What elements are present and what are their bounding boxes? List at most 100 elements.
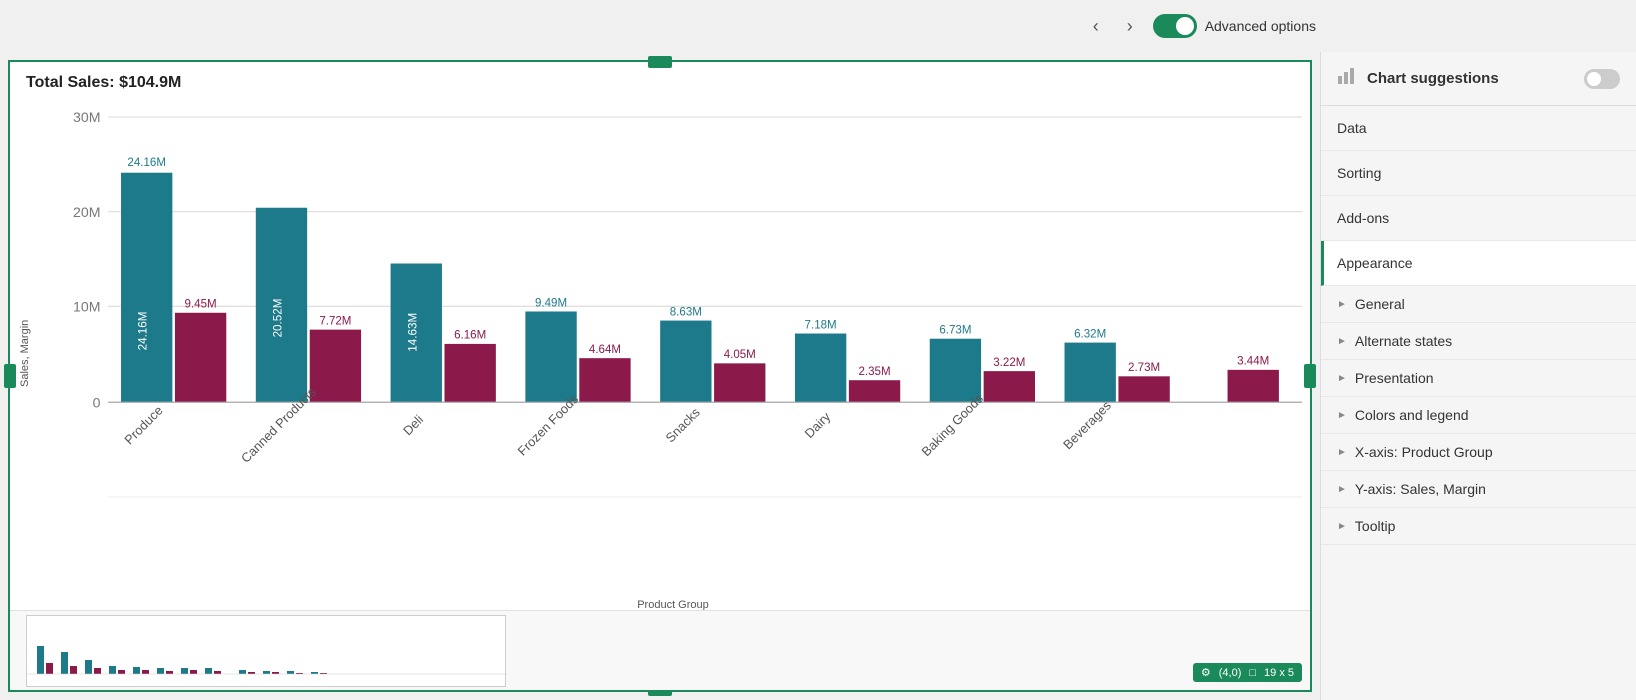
x-axis-label: Product Group <box>44 597 1302 610</box>
main-layout: Total Sales: $104.9M Sales, Margin <box>0 52 1636 700</box>
chart-area: Total Sales: $104.9M Sales, Margin <box>0 52 1320 700</box>
svg-text:30M: 30M <box>73 110 100 126</box>
svg-text:2.35M: 2.35M <box>858 365 890 378</box>
svg-text:7.72M: 7.72M <box>319 314 351 327</box>
bar-frozen-teal[interactable] <box>525 311 576 402</box>
minimap <box>10 610 1310 690</box>
svg-text:24.16M: 24.16M <box>127 156 166 169</box>
svg-text:8.63M: 8.63M <box>670 305 702 318</box>
section-tooltip-label: Tooltip <box>1355 518 1395 534</box>
bar-baking-pink[interactable] <box>984 371 1035 402</box>
section-general-label: General <box>1355 296 1405 312</box>
nav-item-sorting-label: Sorting <box>1337 165 1381 181</box>
bar-deli-pink[interactable] <box>445 344 496 402</box>
panel-header-left: Chart suggestions <box>1337 66 1499 91</box>
status-separator: □ <box>1249 667 1256 679</box>
chevron-general-icon: ► <box>1337 299 1347 310</box>
bar-produce-teal[interactable] <box>121 173 172 403</box>
status-position: (4,0) <box>1219 667 1242 679</box>
status-icon: ⚙ <box>1201 666 1211 679</box>
svg-text:Snacks: Snacks <box>663 405 703 446</box>
back-button[interactable]: ‹ <box>1085 12 1107 41</box>
panel-header: Chart suggestions <box>1321 52 1636 106</box>
chevron-y-axis-icon: ► <box>1337 484 1347 495</box>
svg-text:9.45M: 9.45M <box>185 298 217 311</box>
advanced-options-toggle[interactable] <box>1153 14 1197 38</box>
section-y-axis-label: Y-axis: Sales, Margin <box>1355 481 1486 497</box>
svg-text:7.18M: 7.18M <box>805 318 837 331</box>
bar-beverages-pink[interactable] <box>1118 376 1169 402</box>
svg-text:4.05M: 4.05M <box>724 348 756 361</box>
section-presentation-label: Presentation <box>1355 370 1434 386</box>
chart-body: Sales, Margin 30M 20M <box>10 96 1310 610</box>
svg-text:Deli: Deli <box>400 412 426 438</box>
bars-area: 30M 20M 10M 0 24.16M 24.16M <box>44 104 1302 597</box>
svg-text:14.63M: 14.63M <box>406 313 419 352</box>
bar-dairy-teal[interactable] <box>795 334 846 403</box>
chart-inner: 30M 20M 10M 0 24.16M 24.16M <box>40 96 1310 610</box>
chevron-tooltip-icon: ► <box>1337 521 1347 532</box>
svg-text:20M: 20M <box>73 205 100 221</box>
chart-suggestions-icon <box>1337 66 1357 91</box>
minimap-viewport[interactable] <box>26 615 506 687</box>
svg-text:3.22M: 3.22M <box>993 356 1025 369</box>
chevron-colors-legend-icon: ► <box>1337 410 1347 421</box>
section-alt-states[interactable]: ► Alternate states <box>1321 323 1636 360</box>
panel-title: Chart suggestions <box>1367 70 1499 87</box>
svg-text:24.16M: 24.16M <box>137 311 150 350</box>
nav-item-sorting[interactable]: Sorting <box>1321 151 1636 196</box>
chart-svg: 30M 20M 10M 0 24.16M 24.16M <box>44 104 1302 597</box>
svg-text:Beverages: Beverages <box>1060 398 1114 452</box>
bar-snacks-teal[interactable] <box>660 321 711 403</box>
svg-text:0: 0 <box>93 395 101 411</box>
svg-text:20.52M: 20.52M <box>272 299 285 338</box>
section-y-axis[interactable]: ► Y-axis: Sales, Margin <box>1321 471 1636 508</box>
minimap-svg <box>27 616 507 688</box>
svg-text:4.64M: 4.64M <box>589 343 621 356</box>
section-tooltip[interactable]: ► Tooltip <box>1321 508 1636 545</box>
advanced-options-toggle-container: Advanced options <box>1153 14 1316 38</box>
chart-suggestions-toggle[interactable] <box>1584 69 1620 89</box>
nav-item-addons-label: Add-ons <box>1337 210 1389 226</box>
bar-canned-pink[interactable] <box>310 330 361 403</box>
right-panel: Chart suggestions Data Sorting Add-ons A… <box>1320 52 1636 700</box>
resize-handle-top[interactable] <box>648 56 672 68</box>
section-colors-legend-label: Colors and legend <box>1355 407 1469 423</box>
chart-container: Total Sales: $104.9M Sales, Margin <box>8 60 1312 692</box>
section-presentation[interactable]: ► Presentation <box>1321 360 1636 397</box>
nav-item-data-label: Data <box>1337 120 1367 136</box>
nav-item-data[interactable]: Data <box>1321 106 1636 151</box>
bar-beverages-teal[interactable] <box>1065 343 1116 403</box>
section-alt-states-label: Alternate states <box>1355 333 1452 349</box>
status-size: 19 x 5 <box>1264 667 1294 679</box>
chevron-x-axis-icon: ► <box>1337 447 1347 458</box>
svg-text:6.16M: 6.16M <box>454 329 486 342</box>
toolbar: ‹ › Advanced options <box>0 0 1636 52</box>
svg-text:6.73M: 6.73M <box>939 323 971 336</box>
section-x-axis[interactable]: ► X-axis: Product Group <box>1321 434 1636 471</box>
bar-other-pink[interactable] <box>1228 370 1279 402</box>
section-general[interactable]: ► General <box>1321 286 1636 323</box>
bar-snacks-pink[interactable] <box>714 363 765 402</box>
nav-item-appearance[interactable]: Appearance <box>1321 241 1636 286</box>
status-bar: ⚙ (4,0) □ 19 x 5 <box>1193 663 1302 682</box>
section-x-axis-label: X-axis: Product Group <box>1355 444 1493 460</box>
bar-produce-pink[interactable] <box>175 313 226 402</box>
advanced-options-label: Advanced options <box>1205 18 1316 34</box>
nav-item-appearance-label: Appearance <box>1337 255 1413 271</box>
svg-text:6.32M: 6.32M <box>1074 327 1106 340</box>
svg-text:9.49M: 9.49M <box>535 296 567 309</box>
section-colors-legend[interactable]: ► Colors and legend <box>1321 397 1636 434</box>
nav-item-addons[interactable]: Add-ons <box>1321 196 1636 241</box>
y-axis-label: Sales, Margin <box>10 96 40 610</box>
svg-text:Dairy: Dairy <box>802 409 834 441</box>
svg-text:3.44M: 3.44M <box>1237 355 1269 368</box>
bar-frozen-pink[interactable] <box>579 358 630 402</box>
chevron-alt-states-icon: ► <box>1337 336 1347 347</box>
chevron-presentation-icon: ► <box>1337 373 1347 384</box>
bar-dairy-pink[interactable] <box>849 380 900 402</box>
forward-button[interactable]: › <box>1119 12 1141 41</box>
svg-text:10M: 10M <box>73 299 100 315</box>
svg-text:Produce: Produce <box>121 403 165 448</box>
svg-text:2.73M: 2.73M <box>1128 361 1160 374</box>
